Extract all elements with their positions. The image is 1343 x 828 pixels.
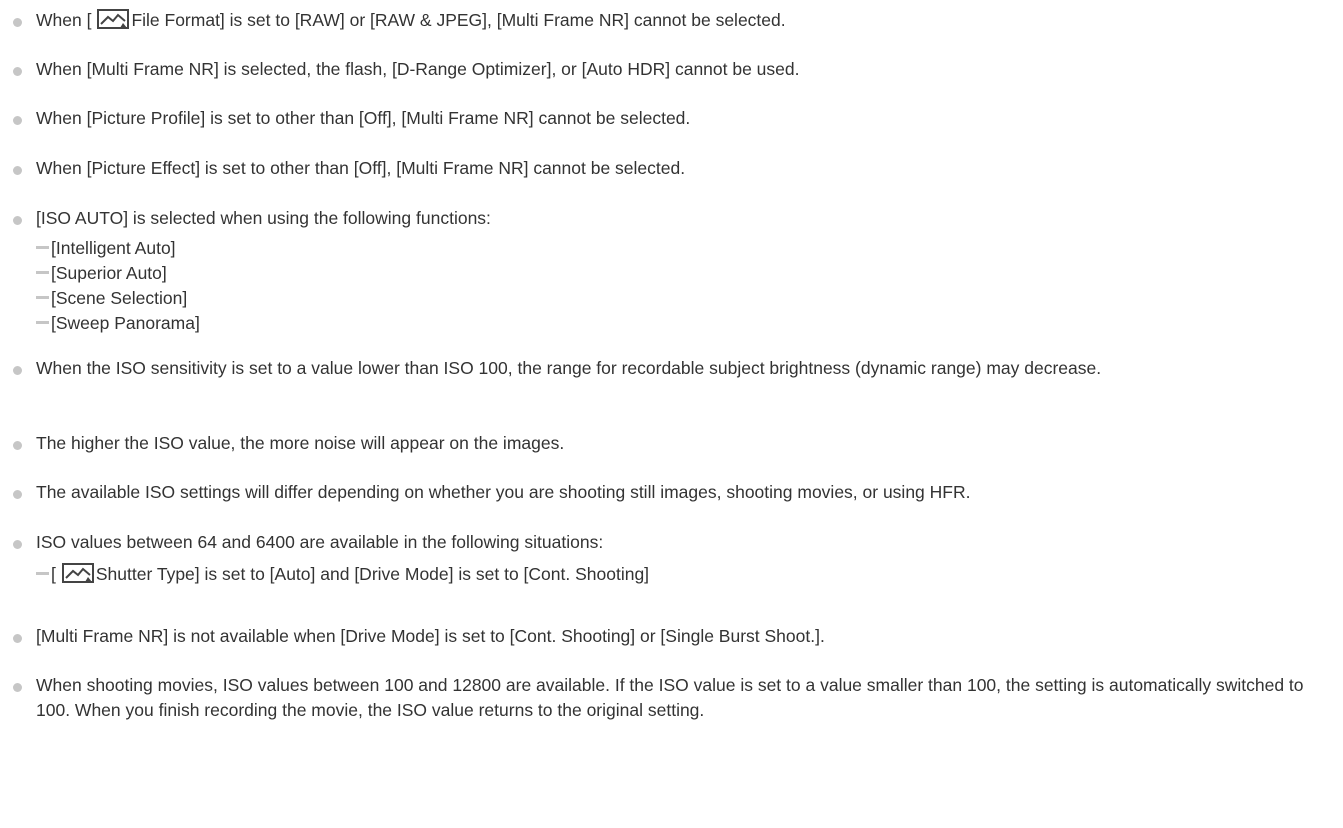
sublist-item: [ Shutter Type] is set to [Auto] and [Dri… [36, 562, 649, 587]
bullet-icon [13, 634, 22, 643]
note-text: [Multi Frame NR] is not available when [… [36, 626, 825, 646]
sublist-item-after: Shutter Type] is set to [Auto] and [Driv… [95, 564, 650, 584]
note-text: ISO values between 64 and 6400 are avail… [36, 532, 604, 552]
dash-icon [36, 320, 49, 324]
sublist-item: [Superior Auto] [36, 261, 167, 286]
bullet-icon [13, 116, 22, 125]
note-text: The higher the ISO value, the more noise… [36, 433, 565, 453]
note-text: When [ File Format] is set to [RAW] or [R… [36, 8, 1333, 33]
dash-icon [36, 295, 49, 299]
still-image-icon [97, 9, 130, 30]
note-text-before: When [ [36, 10, 92, 30]
sublist-item: [Intelligent Auto] [36, 236, 176, 261]
note-text: When shooting movies, ISO values between… [36, 675, 1304, 720]
bullet-icon [13, 441, 22, 450]
sublist-item-label: [Intelligent Auto] [51, 238, 176, 258]
dash-icon [36, 270, 49, 274]
bullet-icon [13, 216, 22, 225]
bullet-icon [13, 490, 22, 499]
note-text: When [Multi Frame NR] is selected, the f… [36, 59, 800, 79]
sublist-item: [Sweep Panorama] [36, 311, 200, 336]
note-text: The available ISO settings will differ d… [36, 482, 971, 502]
note-text: When [Picture Effect] is set to other th… [36, 158, 686, 178]
note-text-after: File Format] is set to [RAW] or [RAW & J… [131, 10, 786, 30]
sublist-item-label: [Scene Selection] [51, 288, 188, 308]
bullet-icon [13, 18, 22, 27]
note-text: When the ISO sensitivity is set to a val… [36, 358, 1102, 378]
bullet-icon [13, 683, 22, 692]
note-text: [ISO AUTO] is selected when using the fo… [36, 208, 491, 228]
note-text: When [Picture Profile] is set to other t… [36, 108, 691, 128]
bullet-icon [13, 366, 22, 375]
bullet-icon [13, 67, 22, 76]
sublist-item-label: [Sweep Panorama] [51, 313, 200, 333]
bullet-icon [13, 540, 22, 549]
dash-icon [36, 245, 49, 249]
sublist-item-before: [ [51, 564, 56, 584]
still-image-icon [61, 563, 94, 584]
sublist-item-label: [Superior Auto] [51, 263, 167, 283]
dash-icon [36, 571, 49, 575]
sublist-item: [Scene Selection] [36, 286, 187, 311]
bullet-icon [13, 166, 22, 175]
